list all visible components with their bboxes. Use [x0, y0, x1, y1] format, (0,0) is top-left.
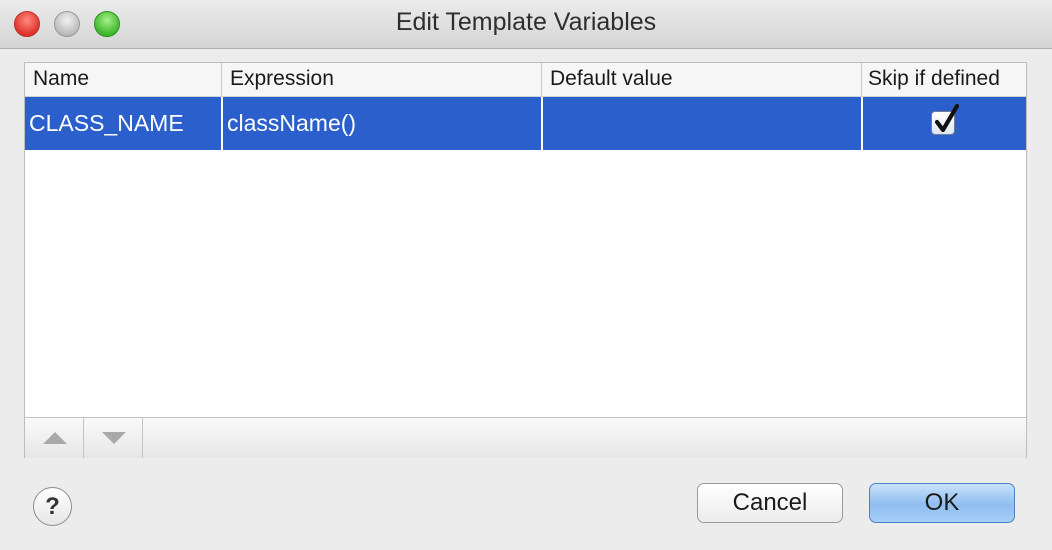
table-toolbar — [25, 417, 1026, 458]
move-up-button[interactable] — [25, 418, 84, 458]
title-bar[interactable]: Edit Template Variables — [0, 0, 1052, 49]
skip-if-defined-checkbox[interactable] — [931, 104, 960, 135]
table-header: Name Expression Default value Skip if de… — [25, 63, 1026, 97]
triangle-down-icon — [102, 432, 126, 444]
column-header-skip-if-defined[interactable]: Skip if defined — [861, 63, 1026, 96]
edit-template-variables-dialog: Edit Template Variables Name Expression … — [0, 0, 1052, 550]
column-header-default-value[interactable]: Default value — [541, 63, 861, 96]
checkmark-icon — [934, 104, 960, 133]
cell-expression[interactable]: className() — [221, 97, 541, 150]
help-button[interactable]: ? — [33, 487, 72, 526]
move-down-button[interactable] — [84, 418, 143, 458]
triangle-up-icon — [43, 432, 67, 444]
cancel-button[interactable]: Cancel — [697, 483, 843, 523]
cell-name[interactable]: CLASS_NAME — [25, 97, 221, 150]
cell-skip-if-defined[interactable] — [861, 97, 1026, 150]
window-title: Edit Template Variables — [395, 8, 657, 36]
column-header-name[interactable]: Name — [25, 63, 221, 96]
ok-button[interactable]: OK — [869, 483, 1015, 523]
column-header-expression[interactable]: Expression — [221, 63, 541, 96]
table-row[interactable]: CLASS_NAME className() — [25, 97, 1026, 150]
cell-default-value[interactable] — [541, 97, 861, 150]
variables-table[interactable]: Name Expression Default value Skip if de… — [24, 62, 1027, 458]
